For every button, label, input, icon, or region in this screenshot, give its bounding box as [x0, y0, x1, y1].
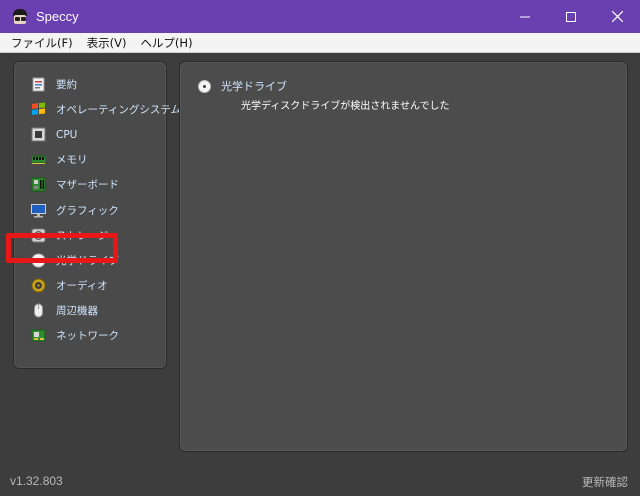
no-drive-message: 光学ディスクドライブが検出されませんでした [241, 101, 450, 112]
main-panel: 光学ドライブ 光学ディスクドライブが検出されませんでした [179, 61, 628, 452]
sidebar-item-label: グラフィック [56, 204, 119, 217]
sidebar-item-label: 要約 [56, 79, 77, 92]
title-bar: Speccy [0, 0, 640, 33]
sidebar-item-label: オーディオ [56, 279, 108, 292]
section-title: 光学ドライブ [221, 80, 287, 93]
ram-icon [30, 152, 47, 167]
windows-icon [31, 102, 46, 117]
sidebar-item-summary[interactable]: 要約 [14, 72, 166, 97]
sidebar-item-label: ネットワーク [56, 329, 119, 342]
optical-disc-icon [31, 253, 46, 268]
sidebar-item-memory[interactable]: メモリ [14, 147, 166, 172]
menu-bar: ファイル(F) 表示(V) ヘルプ(H) [0, 33, 640, 53]
motherboard-icon [31, 177, 46, 192]
sidebar-item-label: オペレーティングシステム [56, 104, 182, 117]
sidebar-item-motherboard[interactable]: マザーボード [14, 172, 166, 197]
sidebar-item-label: 光学ドライブ [56, 254, 119, 267]
menu-file[interactable]: ファイル(F) [4, 34, 80, 52]
optical-drive-details: 光学ドライブ 光学ディスクドライブが検出されませんでした [198, 78, 450, 112]
minimize-icon [520, 16, 530, 17]
mouse-icon [31, 303, 46, 318]
sidebar-item-audio[interactable]: オーディオ [14, 273, 166, 298]
network-icon [31, 328, 46, 343]
status-bar: v1.32.803 更新確認 [0, 469, 640, 496]
check-update-link[interactable]: 更新確認 [582, 474, 628, 490]
sidebar-item-label: 周辺機器 [56, 304, 98, 317]
menu-view[interactable]: 表示(V) [80, 34, 134, 52]
version-label: v1.32.803 [10, 474, 63, 488]
window-title: Speccy [36, 9, 79, 24]
menu-help[interactable]: ヘルプ(H) [133, 34, 199, 52]
monitor-icon [31, 203, 46, 218]
sidebar-item-network[interactable]: ネットワーク [14, 323, 166, 348]
client-area: 要約 オペレーティングシステム CPU メモリ マザーボード グラフィック スト… [0, 53, 640, 496]
sidebar-item-label: CPU [56, 128, 78, 141]
optical-disc-icon [198, 79, 211, 93]
summary-icon [31, 77, 46, 92]
sidebar-item-optical-drive[interactable]: 光学ドライブ [14, 248, 166, 273]
close-icon [611, 11, 623, 22]
sidebar-item-cpu[interactable]: CPU [14, 122, 166, 147]
sidebar-item-peripherals[interactable]: 周辺機器 [14, 298, 166, 323]
speccy-app-icon [11, 8, 29, 26]
close-button[interactable] [594, 0, 640, 33]
maximize-icon [566, 11, 576, 22]
hdd-icon [31, 228, 46, 243]
cpu-icon [31, 127, 46, 142]
sidebar-item-graphics[interactable]: グラフィック [14, 197, 166, 222]
maximize-button[interactable] [548, 0, 594, 33]
sidebar-item-os[interactable]: オペレーティングシステム [14, 97, 181, 122]
minimize-button[interactable] [502, 0, 548, 33]
sidebar-item-label: マザーボード [56, 179, 119, 192]
speaker-icon [31, 278, 46, 293]
sidebar-item-label: ストレージ [56, 229, 109, 242]
sidebar-item-storage[interactable]: ストレージ [14, 223, 166, 248]
sidebar: 要約 オペレーティングシステム CPU メモリ マザーボード グラフィック スト… [13, 61, 181, 369]
sidebar-item-label: メモリ [56, 154, 88, 167]
